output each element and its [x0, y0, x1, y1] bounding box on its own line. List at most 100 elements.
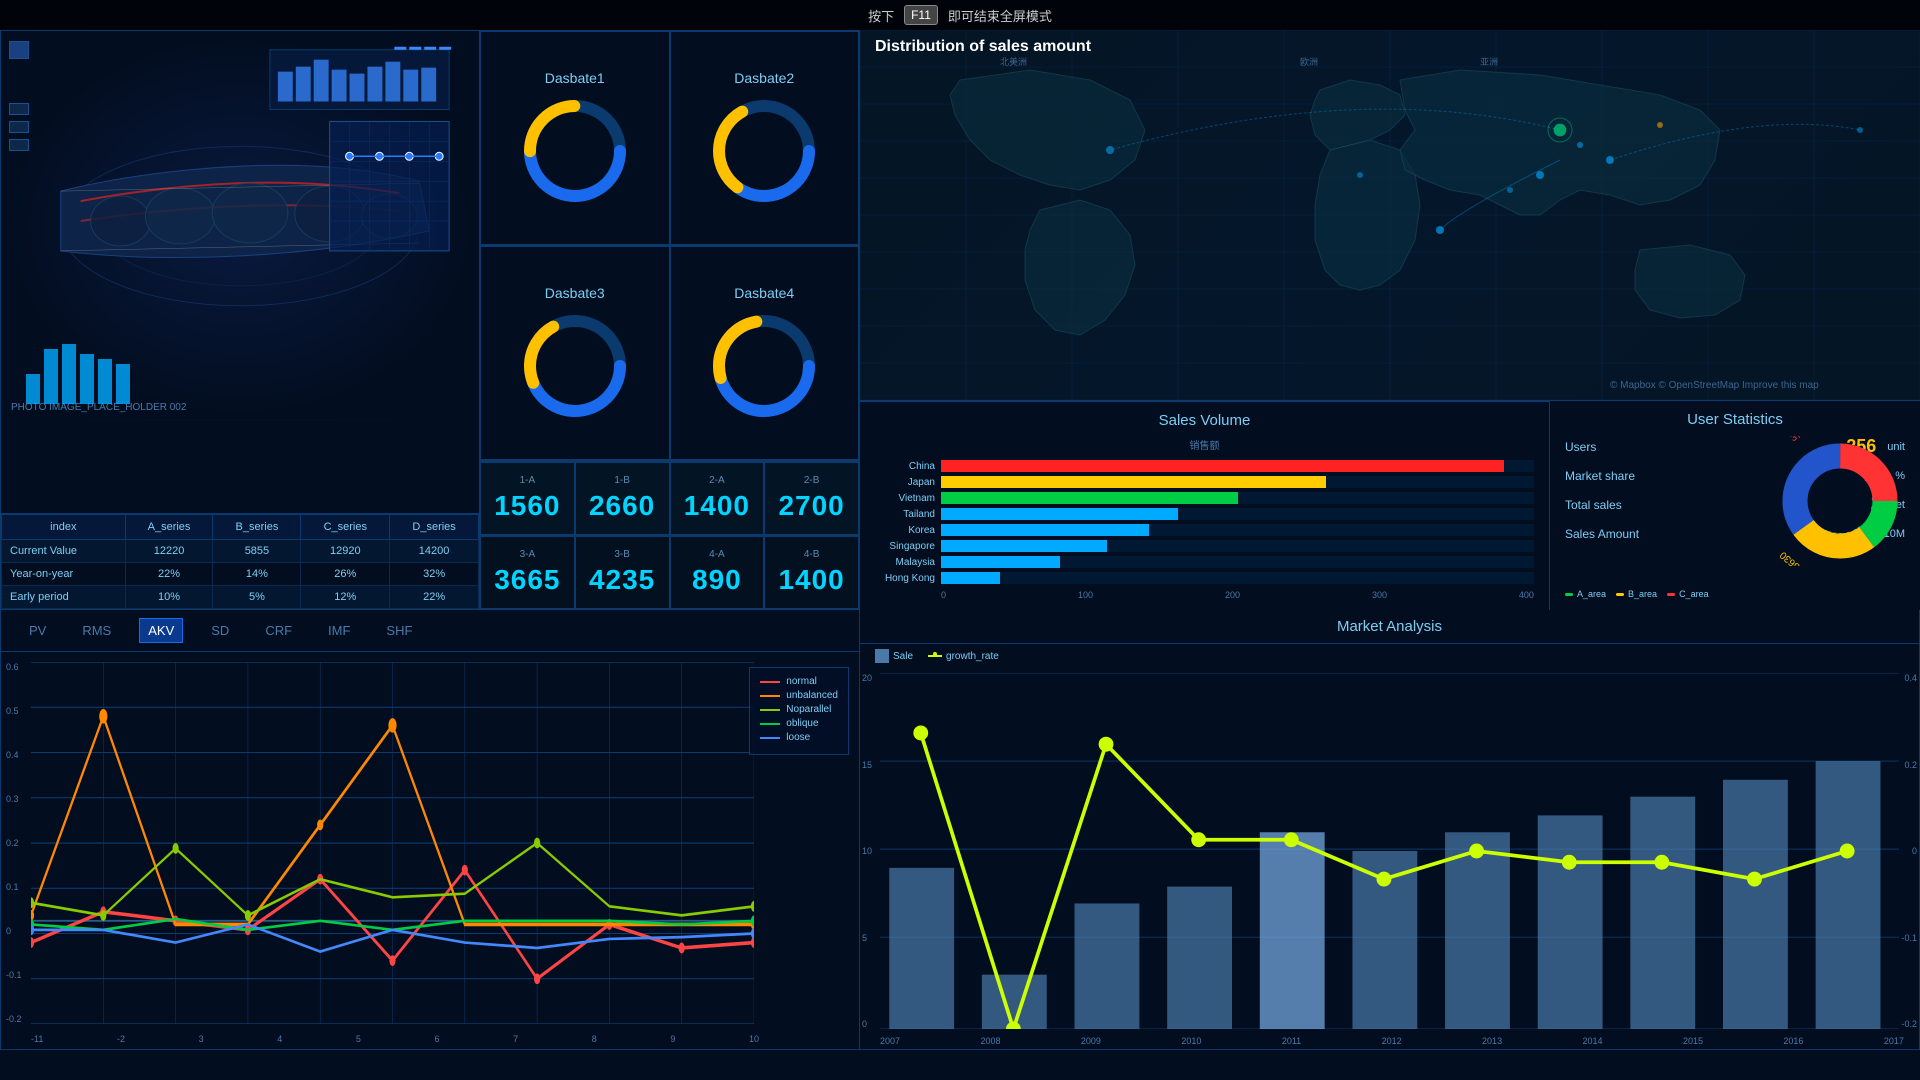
row2-c: 26%	[301, 563, 390, 586]
sv-bar-bg-malaysia	[941, 556, 1534, 568]
row1-c: 12920	[301, 540, 390, 563]
ma-x-2014: 2014	[1583, 1036, 1603, 1046]
x-6: 6	[434, 1034, 439, 1044]
ma-yr-neg0.1: -0.1	[1901, 933, 1917, 943]
user-stats-panel: User Statistics	[1550, 401, 1920, 610]
sv-country-tailand: Tailand	[875, 509, 935, 520]
line-chart-svg	[31, 662, 754, 1024]
ma-x-2008: 2008	[980, 1036, 1000, 1046]
metrics-row-1: 1-A 1560 1-B 2660 2-A 1400 2-B 2700	[480, 461, 859, 535]
y-0.1: 0.1	[6, 882, 22, 892]
sv-bar-bg-korea	[941, 524, 1534, 536]
ma-x-2017: 2017	[1884, 1036, 1904, 1046]
metric-1b-label: 1-B	[614, 475, 630, 486]
legend-unbalanced: unbalanced	[760, 690, 838, 701]
dasbate1-title: Dasbate1	[545, 70, 605, 86]
metric-2a-label: 2-A	[709, 475, 725, 486]
svg-text:北美洲: 北美洲	[1000, 56, 1027, 67]
ctrl-btn-3[interactable]	[9, 121, 29, 133]
tab-crf[interactable]: CRF	[257, 619, 300, 642]
tab-pv[interactable]: PV	[21, 619, 54, 642]
metric-4a-label: 4-A	[709, 549, 725, 560]
tab-rms[interactable]: RMS	[74, 619, 119, 642]
us-legend: A_area B_area C_area	[1565, 589, 1709, 602]
legend-dot-b	[1616, 593, 1624, 596]
legend-label-c: C_area	[1679, 589, 1709, 599]
x-axis: -11 -2 3 4 5 6 7 8 9 10	[31, 1034, 759, 1044]
sv-country-vietnam: Vietnam	[875, 493, 935, 504]
notification-bar: 按下 F11 即可结束全屏模式	[0, 0, 1920, 30]
tab-shf[interactable]: SHF	[378, 619, 420, 642]
sv-axis-2: 200	[1225, 590, 1240, 600]
sv-bar-bg-singapore	[941, 540, 1534, 552]
f11-key: F11	[904, 5, 938, 25]
ma-y-15: 15	[862, 760, 872, 770]
svg-text:欧洲: 欧洲	[1300, 56, 1318, 67]
mini-controls	[9, 41, 29, 151]
row3-a: 10%	[125, 586, 213, 609]
top-left-panel: PHOTO IMAGE_PLACE_HOLDER 002	[0, 30, 480, 610]
sv-axis-3: 300	[1372, 590, 1387, 600]
metric-3b: 3-B 4235	[575, 536, 670, 609]
data-table: index A_series B_series C_series D_serie…	[1, 513, 479, 609]
row2-label: Year-on-year	[2, 563, 126, 586]
svg-text:亚洲: 亚洲	[1480, 57, 1498, 67]
bottom-right-panel: Market Analysis Sale growth_rate 20 15 1…	[860, 610, 1920, 1050]
x-2: -2	[117, 1034, 125, 1044]
legend-line-loose	[760, 737, 780, 739]
legend-line-oblique	[760, 723, 780, 725]
ma-legend-sale: Sale	[875, 649, 913, 663]
ctrl-btn-2[interactable]	[9, 103, 29, 115]
legend-label-b: B_area	[1628, 589, 1657, 599]
row1-d: 14200	[390, 540, 479, 563]
row1-a: 12220	[125, 540, 213, 563]
sv-subtitle: 销售额	[875, 437, 1534, 452]
sv-title: Sales Volume	[875, 412, 1534, 429]
row2-d: 32%	[390, 563, 479, 586]
legend-line-unbalanced	[760, 695, 780, 697]
tab-sd[interactable]: SD	[203, 619, 237, 642]
ctrl-btn-4[interactable]	[9, 139, 29, 151]
tabs-row: PV RMS AKV SD CRF IMF SHF	[1, 610, 859, 652]
bottom-left-panel: PV RMS AKV SD CRF IMF SHF 0.6 0.5 0.4 0.…	[0, 610, 860, 1050]
tab-imf[interactable]: IMF	[320, 619, 358, 642]
ma-x-2011: 2011	[1282, 1036, 1301, 1046]
bar-2	[44, 349, 58, 404]
sv-row-japan: Japan	[875, 476, 1534, 488]
metric-2b-value: 2700	[778, 490, 844, 522]
ma-x-2013: 2013	[1482, 1036, 1502, 1046]
legend-dot-a	[1565, 593, 1573, 596]
metric-1a-value: 1560	[494, 490, 560, 522]
sv-bar-bg-tailand	[941, 508, 1534, 520]
x-5: 5	[356, 1034, 361, 1044]
metric-1a-label: 1-A	[520, 475, 536, 486]
y-axis: 0.6 0.5 0.4 0.3 0.2 0.1 0 -0.1 -0.2	[6, 662, 22, 1024]
legend-growth-label: growth_rate	[946, 651, 999, 662]
metric-4a-value: 890	[692, 564, 742, 596]
row2-a: 22%	[125, 563, 213, 586]
chart-legend: normal unbalanced Noparallel oblique loo…	[749, 667, 849, 755]
metric-2b-label: 2-B	[804, 475, 820, 486]
sv-row-vietnam: Vietnam	[875, 492, 1534, 504]
col-d: D_series	[390, 515, 479, 540]
ma-y-5: 5	[862, 933, 872, 943]
row3-b: 5%	[213, 586, 301, 609]
tab-akv[interactable]: AKV	[139, 618, 183, 643]
legend-label-noparallel: Noparallel	[786, 704, 831, 715]
ma-yr-0: 0	[1901, 846, 1917, 856]
ma-x-2012: 2012	[1382, 1036, 1402, 1046]
sv-bar-fill-vietnam	[941, 492, 1238, 504]
sv-bar-bg-hongkong	[941, 572, 1534, 584]
table-row-1: Current Value 12220 5855 12920 14200	[2, 540, 479, 563]
sv-row-singapore: Singapore	[875, 540, 1534, 552]
svg-text:© Mapbox © OpenStreetMap Impro: © Mapbox © OpenStreetMap Improve this ma…	[1610, 380, 1819, 391]
legend-sale-icon	[875, 649, 889, 663]
metric-2a: 2-A 1400	[670, 462, 765, 535]
table-row-2: Year-on-year 22% 14% 26% 32%	[2, 563, 479, 586]
sv-bar-fill-hongkong	[941, 572, 1000, 584]
ctrl-btn-1[interactable]	[9, 41, 29, 59]
metric-2b: 2-B 2700	[764, 462, 859, 535]
ma-y-right: 0.4 0.2 0 -0.1 -0.2	[1901, 673, 1917, 1029]
legend-loose: loose	[760, 732, 838, 743]
sv-row-malaysia: Malaysia	[875, 556, 1534, 568]
